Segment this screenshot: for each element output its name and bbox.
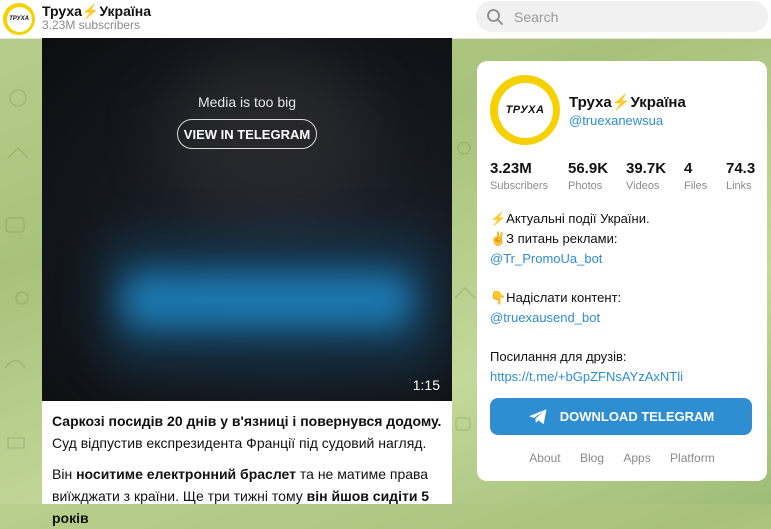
stat-label: Videos [626, 180, 660, 192]
promo-bot-link[interactable]: @Tr_PromoUa_bot [490, 251, 602, 266]
search-box[interactable] [476, 1, 768, 32]
description-line: Посилання для друзів: [490, 349, 627, 364]
telegram-plane-icon [528, 408, 547, 424]
avatar-logo-text: ТРУХА [6, 6, 32, 32]
stat-value: 39.7K [626, 160, 667, 177]
send-bot-link[interactable]: @truexausend_bot [490, 310, 600, 325]
stat-photos[interactable]: 56.9K Photos [568, 160, 608, 192]
stat-label: Links [726, 180, 752, 192]
stat-links[interactable]: 74.3 Links [726, 160, 755, 192]
download-telegram-button[interactable]: DOWNLOAD TELEGRAM [490, 398, 752, 435]
channel-name: Труха⚡Україна [569, 94, 686, 111]
footer-link-about[interactable]: About [529, 451, 560, 465]
channel-header: ТРУХА Труха⚡Україна 3.23M subscribers [0, 0, 771, 39]
avatar-logo-text: ТРУХА [497, 82, 553, 138]
stat-files[interactable]: 4 Files [684, 160, 707, 192]
channel-description: ⚡Актуальні події України. ✌З питань рекл… [490, 209, 758, 387]
video-duration: 1:15 [412, 377, 440, 393]
video-preview[interactable]: Media is too big VIEW IN TELEGRAM 1:15 [42, 38, 452, 401]
channel-avatar-large[interactable]: ТРУХА [490, 75, 560, 145]
description-line: 👇Надіслати контент: [490, 290, 622, 305]
stat-videos[interactable]: 39.7K Videos [626, 160, 666, 192]
footer-link-apps[interactable]: Apps [623, 451, 650, 465]
stat-label: Photos [568, 180, 603, 192]
channel-stats: 3.23M Subscribers 56.9K Photos 39.7K Vid… [490, 160, 767, 200]
stat-value: 3.23M [490, 160, 532, 177]
message-bold-text: Саркозі посидів 20 днів у в'язниці і пов… [52, 413, 442, 429]
search-input[interactable] [512, 7, 736, 26]
message-bold-text: носитиме електронний браслет [76, 466, 296, 482]
message-paragraph: Саркозі посидів 20 днів у в'язниці і пов… [52, 410, 442, 454]
search-icon [487, 8, 503, 25]
description-line: ⚡Актуальні події України. [490, 211, 650, 226]
footer-links: About Blog Apps Platform [477, 451, 767, 465]
subscriber-count: 3.23M subscribers [42, 18, 141, 32]
view-in-telegram-button[interactable]: VIEW IN TELEGRAM [177, 119, 317, 149]
stat-label: Files [684, 180, 708, 192]
message-text-span: Він [52, 466, 77, 482]
stat-label: Subscribers [490, 180, 549, 192]
footer-link-blog[interactable]: Blog [580, 451, 604, 465]
stat-value: 4 [684, 160, 693, 177]
invite-link[interactable]: https://t.me/+bGpZFNsAYzAxNTli [490, 369, 683, 384]
blurred-frame [122, 273, 412, 328]
download-button-label: DOWNLOAD TELEGRAM [559, 409, 715, 424]
stat-value: 56.9K [568, 160, 609, 177]
channel-avatar[interactable]: ТРУХА [3, 3, 35, 35]
stat-value: 74.3 [726, 160, 756, 177]
channel-handle-link[interactable]: @truexanewsua [569, 113, 663, 128]
message-text: Саркозі посидів 20 днів у в'язниці і пов… [42, 401, 452, 526]
channel-info-card: ТРУХА Труха⚡Україна @truexanewsua 3.23M … [477, 61, 767, 481]
stat-subscribers: 3.23M Subscribers [490, 160, 548, 192]
description-line: ✌З питань реклами: [490, 231, 618, 246]
message-paragraph: Він носитиме електронний браслет та не м… [52, 463, 442, 529]
media-too-big-notice: Media is too big [197, 94, 297, 110]
footer-link-platform[interactable]: Platform [670, 451, 715, 465]
message-text-span: Суд відпустив експрезидента Франції під … [52, 435, 427, 451]
